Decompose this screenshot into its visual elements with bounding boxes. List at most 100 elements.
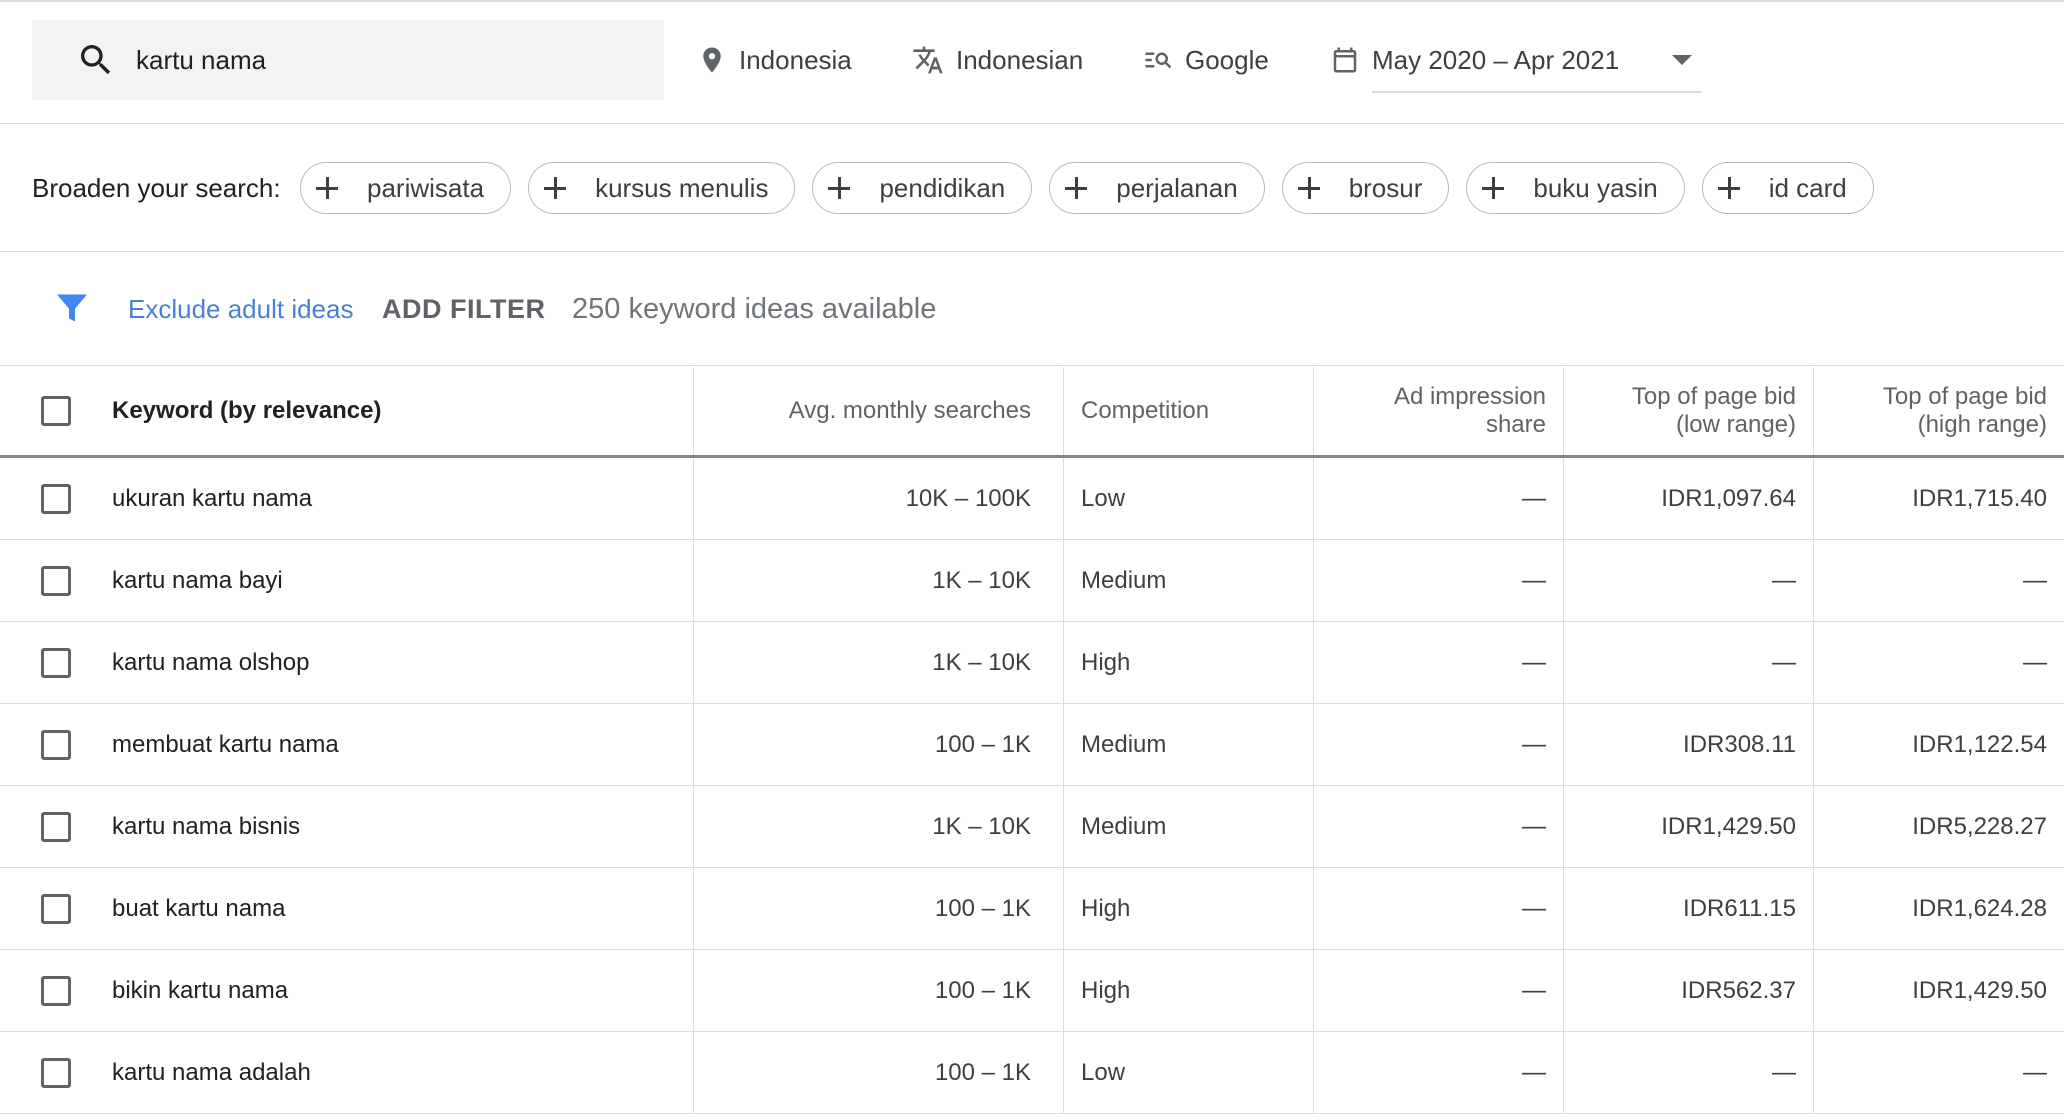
row-checkbox[interactable] <box>41 729 71 760</box>
chip-label: pariwisata <box>367 172 485 203</box>
network-selector[interactable]: Google <box>1143 20 1269 100</box>
add-filter-button[interactable]: ADD FILTER <box>382 252 545 366</box>
row-checkbox[interactable] <box>41 565 71 596</box>
table-row: kartu nama bisnis 1K – 10K Medium — IDR1… <box>0 786 2064 868</box>
date-range-selector[interactable]: May 2020 – Apr 2021 <box>1330 20 1702 100</box>
search-input[interactable]: kartu nama <box>32 20 664 100</box>
date-range-label: May 2020 – Apr 2021 <box>1372 44 1620 75</box>
cell-avg-searches: 10K – 100K <box>693 458 1063 539</box>
filter-bar: Exclude adult ideas ADD FILTER 250 keywo… <box>0 252 2064 366</box>
date-range-field[interactable]: May 2020 – Apr 2021 <box>1372 29 1702 93</box>
cell-keyword: kartu nama olshop <box>112 648 310 676</box>
plus-icon <box>1477 172 1509 204</box>
row-checkbox[interactable] <box>41 1057 71 1088</box>
cell-impression-share: — <box>1313 786 1563 867</box>
row-select-cell <box>0 704 112 785</box>
plus-icon <box>1060 172 1092 204</box>
cell-bid-low: IDR611.15 <box>1563 868 1813 949</box>
header-low-line1: Top of page bid <box>1631 383 1796 410</box>
header-impression-line2: share <box>1485 411 1546 438</box>
row-select-cell <box>0 458 112 539</box>
cell-keyword: bikin kartu nama <box>112 976 289 1004</box>
cell-bid-low: — <box>1563 540 1813 621</box>
dropdown-caret-icon[interactable] <box>1672 55 1692 65</box>
row-checkbox[interactable] <box>41 647 71 678</box>
broaden-label: Broaden your search: <box>32 173 281 203</box>
chip-label: buku yasin <box>1533 172 1658 203</box>
header-bid-low[interactable]: Top of page bid (low range) <box>1563 367 1813 455</box>
select-all-checkbox[interactable] <box>41 396 71 426</box>
cell-bid-low: IDR1,429.50 <box>1563 786 1813 867</box>
cell-avg-searches: 100 – 1K <box>693 868 1063 949</box>
plus-icon <box>1713 172 1745 204</box>
row-checkbox[interactable] <box>41 975 71 1006</box>
header-impression-line1: Ad impression <box>1393 383 1546 410</box>
header-ad-impression-share[interactable]: Ad impression share <box>1313 367 1563 455</box>
filter-funnel-icon[interactable] <box>54 290 90 326</box>
broaden-chip[interactable]: buku yasin <box>1466 162 1685 214</box>
plus-icon <box>823 172 855 204</box>
header-high-line2: (high range) <box>1917 411 2047 438</box>
header-avg-monthly-searches[interactable]: Avg. monthly searches <box>693 367 1063 455</box>
header-bid-high[interactable]: Top of page bid (high range) <box>1813 367 2064 455</box>
cell-bid-low: IDR308.11 <box>1563 704 1813 785</box>
broaden-chip[interactable]: perjalanan <box>1049 162 1265 214</box>
header-high-line1: Top of page bid <box>1882 383 2047 410</box>
row-select-cell <box>0 1032 112 1113</box>
table-row: membuat kartu nama 100 – 1K Medium — IDR… <box>0 704 2064 786</box>
broaden-chip[interactable]: pariwisata <box>300 162 512 214</box>
language-label: Indonesian <box>956 44 1084 75</box>
row-checkbox[interactable] <box>41 811 71 842</box>
cell-bid-low: — <box>1563 1032 1813 1113</box>
table-header-row: Keyword (by relevance) Avg. monthly sear… <box>0 367 2064 458</box>
broaden-chip[interactable]: brosur <box>1281 162 1450 214</box>
header-keyword[interactable]: Keyword (by relevance) <box>112 367 692 455</box>
cell-avg-searches: 100 – 1K <box>693 704 1063 785</box>
location-selector[interactable]: Indonesia <box>697 20 852 100</box>
language-selector[interactable]: Indonesian <box>912 20 1083 100</box>
network-label: Google <box>1185 44 1269 75</box>
cell-competition: Medium <box>1063 786 1313 867</box>
chip-label: brosur <box>1348 172 1423 203</box>
cell-competition: Low <box>1063 1032 1313 1113</box>
table-row: bikin kartu nama 100 – 1K High — IDR562.… <box>0 950 2064 1032</box>
cell-avg-searches: 1K – 10K <box>693 786 1063 867</box>
cell-keyword: membuat kartu nama <box>112 730 339 758</box>
cell-bid-low: — <box>1563 622 1813 703</box>
broaden-chip[interactable]: id card <box>1701 162 1874 214</box>
header-competition[interactable]: Competition <box>1063 367 1313 455</box>
cell-bid-high: IDR1,624.28 <box>1813 868 2064 949</box>
plus-icon <box>539 172 571 204</box>
cell-bid-high: IDR1,122.54 <box>1813 704 2064 785</box>
cell-competition: High <box>1063 950 1313 1031</box>
search-network-icon <box>1145 52 1172 69</box>
exclude-adult-ideas-link[interactable]: Exclude adult ideas <box>128 252 353 366</box>
row-checkbox[interactable] <box>41 893 71 924</box>
row-select-cell <box>0 950 112 1031</box>
cell-avg-searches: 100 – 1K <box>693 950 1063 1031</box>
cell-bid-low: IDR562.37 <box>1563 950 1813 1031</box>
cell-competition: Medium <box>1063 540 1313 621</box>
table-row: ukuran kartu nama 10K – 100K Low — IDR1,… <box>0 458 2064 540</box>
cell-keyword: kartu nama bisnis <box>112 812 301 840</box>
cell-keyword: kartu nama bayi <box>112 566 283 594</box>
cell-bid-high: — <box>1813 622 2064 703</box>
row-select-cell <box>0 868 112 949</box>
broaden-chip[interactable]: kursus menulis <box>528 162 796 214</box>
cell-impression-share: — <box>1313 622 1563 703</box>
cell-impression-share: — <box>1313 868 1563 949</box>
cell-avg-searches: 1K – 10K <box>693 540 1063 621</box>
row-checkbox[interactable] <box>41 483 71 514</box>
row-select-cell <box>0 622 112 703</box>
cell-bid-high: IDR1,429.50 <box>1813 950 2064 1031</box>
table-row: buat kartu nama 100 – 1K High — IDR611.1… <box>0 868 2064 950</box>
broaden-chip[interactable]: pendidikan <box>812 162 1033 214</box>
cell-bid-high: IDR1,715.40 <box>1813 458 2064 539</box>
chip-label: pendidikan <box>879 172 1006 203</box>
cell-impression-share: — <box>1313 950 1563 1031</box>
cell-bid-high: IDR5,228.27 <box>1813 786 2064 867</box>
search-icon <box>81 45 111 75</box>
table-row: kartu nama olshop 1K – 10K High — — — <box>0 622 2064 704</box>
header-low-line2: (low range) <box>1675 411 1796 438</box>
top-bar: kartu nama Indonesia Indonesian Google M… <box>0 0 2064 124</box>
